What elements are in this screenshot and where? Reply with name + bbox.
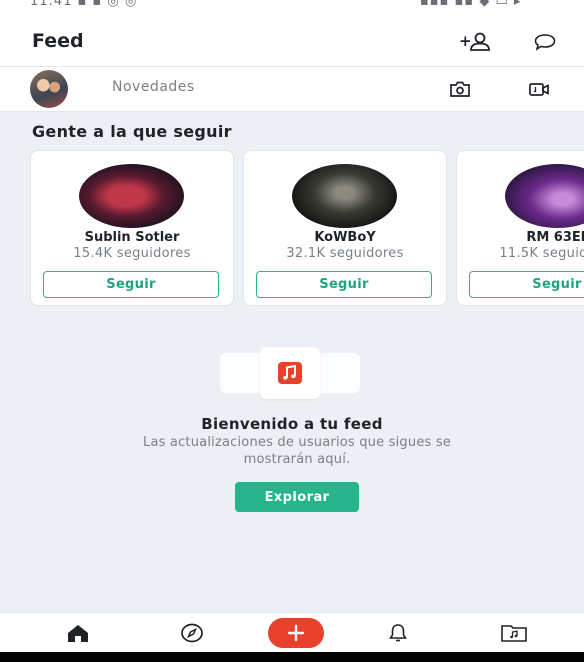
avatar[interactable] bbox=[292, 164, 397, 228]
music-folder-icon bbox=[501, 625, 527, 642]
tab-library[interactable] bbox=[494, 613, 534, 653]
compass-icon bbox=[181, 623, 203, 643]
status-bar: 11:41 ▪ ▪ ◎ ◎ ▪▪▪ ▪▪ ◆ ▭ ▸ bbox=[0, 0, 584, 18]
status-bar-right: ▪▪▪ ▪▪ ◆ ▭ ▸ bbox=[420, 0, 522, 9]
suggestion-card[interactable]: RM 63Eli 11.5K seguidores Seguir bbox=[456, 150, 584, 306]
music-tile bbox=[260, 347, 320, 399]
add-friend-button[interactable]: + bbox=[455, 28, 495, 56]
create-button[interactable] bbox=[268, 618, 324, 648]
follow-button[interactable]: Seguir bbox=[43, 271, 219, 298]
status-bar-left: 11:41 ▪ ▪ ◎ ◎ bbox=[30, 0, 138, 9]
tab-notifications[interactable] bbox=[378, 613, 418, 653]
suggestion-name: KoWBoY bbox=[314, 230, 376, 245]
card-shape-right bbox=[316, 353, 360, 393]
suggestion-name: RM 63Eli bbox=[526, 230, 584, 245]
suggestion-followers: 11.5K seguidores bbox=[499, 246, 584, 261]
follow-button[interactable]: Seguir bbox=[469, 271, 584, 298]
home-icon bbox=[68, 625, 88, 642]
empty-state-illustration bbox=[210, 347, 370, 399]
video-post-button[interactable] bbox=[524, 76, 554, 102]
system-nav-bar bbox=[0, 652, 584, 662]
photo-post-button[interactable] bbox=[445, 76, 475, 102]
page-title: Feed bbox=[32, 30, 84, 52]
bottom-tab-bar bbox=[0, 612, 584, 653]
tab-explore[interactable] bbox=[172, 613, 212, 653]
tab-home[interactable] bbox=[58, 613, 98, 653]
suggestions-title: Gente a la que seguir bbox=[32, 122, 232, 141]
plus-icon bbox=[287, 624, 305, 642]
composer-placeholder[interactable]: Novedades bbox=[112, 79, 195, 95]
add-person-icon: + bbox=[459, 32, 490, 51]
chat-bubble-icon bbox=[534, 34, 556, 51]
avatar[interactable] bbox=[30, 70, 68, 108]
suggestion-followers: 32.1K seguidores bbox=[286, 246, 404, 261]
card-shape-left bbox=[220, 353, 264, 393]
follow-button[interactable]: Seguir bbox=[256, 271, 432, 298]
avatar[interactable] bbox=[79, 164, 184, 228]
suggestions-carousel[interactable]: Sublin Sotler 15.4K seguidores Seguir Ko… bbox=[0, 150, 584, 306]
suggestion-card[interactable]: Sublin Sotler 15.4K seguidores Seguir bbox=[30, 150, 234, 306]
suggestion-card[interactable]: KoWBoY 32.1K seguidores Seguir bbox=[243, 150, 447, 306]
bell-icon bbox=[389, 624, 407, 642]
empty-state-title: Bienvenido a tu feed bbox=[201, 415, 383, 433]
suggestion-name: Sublin Sotler bbox=[84, 230, 180, 245]
tab-create[interactable] bbox=[266, 613, 326, 653]
music-note-icon bbox=[278, 362, 302, 384]
svg-text:+: + bbox=[459, 32, 472, 50]
post-composer[interactable]: Novedades bbox=[0, 67, 584, 112]
chat-button[interactable] bbox=[528, 28, 562, 56]
video-camera-icon bbox=[529, 83, 549, 96]
explore-button[interactable]: Explorar bbox=[235, 482, 359, 512]
app-header: Feed + bbox=[0, 18, 584, 67]
avatar[interactable] bbox=[505, 164, 584, 228]
suggestion-followers: 15.4K seguidores bbox=[73, 246, 191, 261]
camera-icon bbox=[450, 81, 470, 97]
empty-state-subtitle: Las actualizaciones de usuarios que sigu… bbox=[143, 435, 451, 467]
